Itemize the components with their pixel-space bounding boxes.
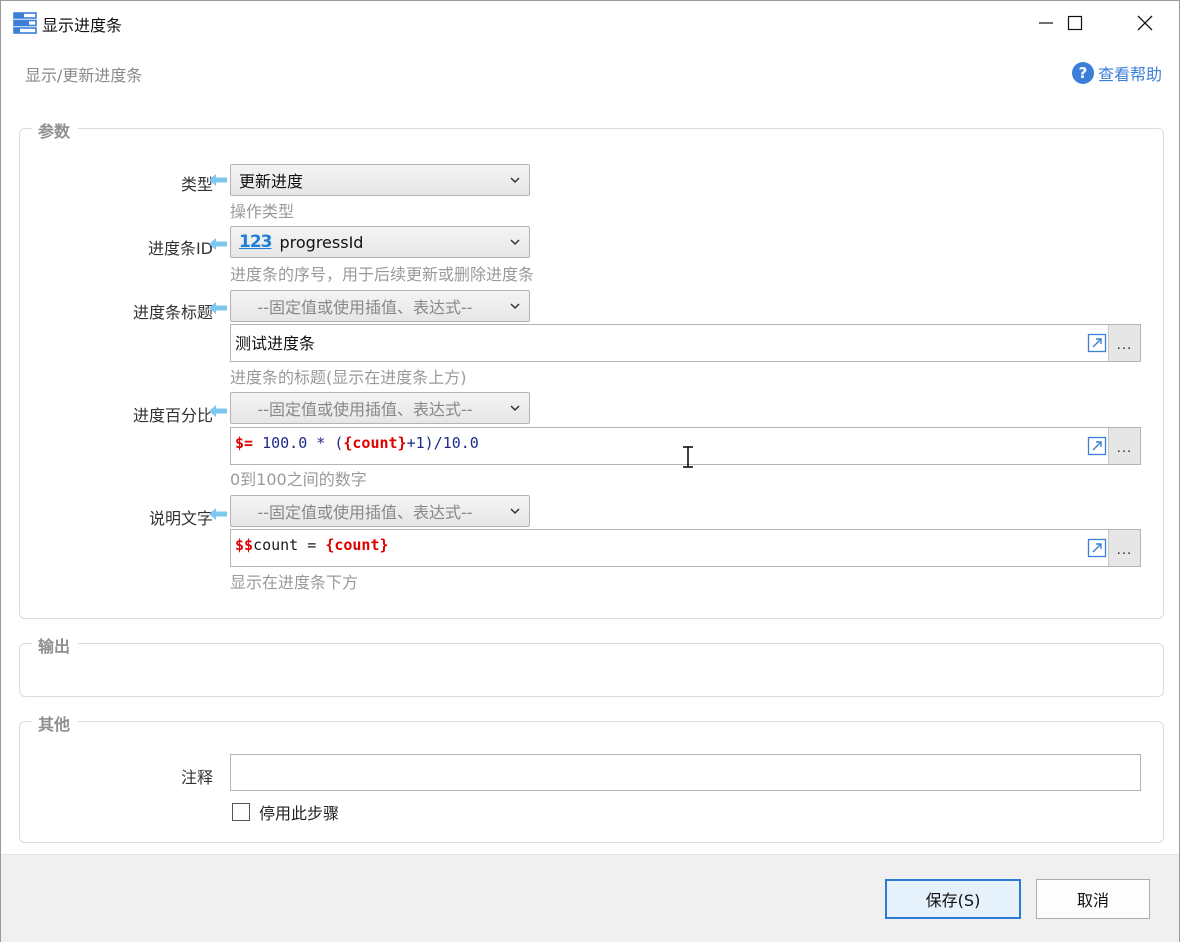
progress-title-label: 进度条标题: [132, 303, 213, 322]
bind-arrow-icon[interactable]: [208, 300, 228, 316]
output-group-label: 输出: [32, 633, 79, 657]
expand-icon[interactable]: [1087, 333, 1107, 353]
disable-step-checkbox-row[interactable]: 停用此步骤: [232, 800, 339, 824]
bind-arrow-icon[interactable]: [208, 172, 228, 188]
type-select-value: 更新进度: [239, 172, 304, 191]
progress-id-value: progressId: [279, 232, 364, 252]
progress-title-mode-value: --固定值或使用插值、表达式--: [257, 298, 473, 317]
other-group-label: 其他: [32, 711, 79, 735]
expression-prefix: $$: [235, 536, 254, 554]
chevron-down-icon: [510, 303, 520, 310]
chevron-down-icon: [510, 508, 520, 515]
more-options-button[interactable]: ...: [1108, 530, 1140, 566]
progress-percent-label: 进度百分比: [132, 406, 213, 425]
comment-input[interactable]: [230, 754, 1141, 791]
disable-step-label: 停用此步骤: [259, 804, 340, 823]
expression-variable: {count}: [325, 536, 389, 554]
text-cursor-icon: [683, 446, 693, 468]
description-input[interactable]: $$count = {count} ...: [230, 529, 1141, 567]
more-options-button[interactable]: ...: [1108, 428, 1140, 464]
more-options-button[interactable]: ...: [1108, 325, 1140, 361]
type-select[interactable]: 更新进度: [230, 164, 530, 196]
number-variable-icon: 123: [239, 232, 272, 252]
maximize-button[interactable]: [1047, 1, 1103, 45]
title-bar[interactable]: 显示进度条: [1, 1, 1179, 45]
expression-part: +1)/10.0: [406, 434, 479, 452]
progress-title-hint: 进度条的标题(显示在进度条上方): [230, 368, 467, 387]
chevron-down-icon: [510, 177, 520, 184]
type-hint: 操作类型: [230, 202, 295, 221]
bind-arrow-icon[interactable]: [208, 236, 228, 252]
dialog-footer: 保存(S) 取消: [1, 854, 1179, 942]
description-hint: 显示在进度条下方: [230, 573, 359, 592]
expression-part: count =: [253, 536, 326, 554]
window-title: 显示进度条: [42, 16, 123, 35]
maximize-icon: [1067, 15, 1083, 31]
help-icon: ?: [1071, 62, 1094, 84]
dialog-subtitle: 显示/更新进度条: [25, 66, 143, 85]
progress-title-text: 测试进度条: [235, 334, 316, 353]
description-expression: $$count = {count}: [235, 536, 389, 554]
bind-arrow-icon[interactable]: [208, 506, 228, 522]
progress-id-hint: 进度条的序号，用于后续更新或删除进度条: [230, 265, 535, 284]
progress-percent-expression: $= 100.0 * ({count}+1)/10.0: [235, 434, 479, 452]
cancel-button[interactable]: 取消: [1036, 879, 1150, 919]
expression-variable: {count}: [343, 434, 407, 452]
expression-part: 100.0 * (: [253, 434, 344, 452]
output-group: 输出: [19, 633, 1164, 697]
disable-step-checkbox[interactable]: [232, 803, 250, 821]
bind-arrow-icon[interactable]: [208, 403, 228, 419]
close-button[interactable]: [1117, 1, 1173, 45]
progress-percent-mode-select[interactable]: --固定值或使用插值、表达式--: [230, 392, 530, 424]
expression-prefix: $=: [235, 434, 254, 452]
progress-id-select[interactable]: 123 progressId: [230, 226, 530, 258]
help-link[interactable]: ? 查看帮助: [1071, 61, 1162, 85]
description-label: 说明文字: [148, 509, 213, 528]
chevron-down-icon: [510, 405, 520, 412]
close-icon: [1137, 15, 1153, 31]
help-label: 查看帮助: [1097, 65, 1162, 84]
chevron-down-icon: [510, 239, 520, 246]
app-icon: [13, 12, 37, 34]
save-button[interactable]: 保存(S): [885, 879, 1021, 919]
description-mode-value: --固定值或使用插值、表达式--: [257, 503, 473, 522]
progress-title-input[interactable]: 测试进度条 ...: [230, 324, 1141, 362]
progress-title-mode-select[interactable]: --固定值或使用插值、表达式--: [230, 290, 530, 322]
params-group-label: 参数: [32, 118, 79, 142]
progress-id-label: 进度条ID: [147, 239, 213, 258]
progress-percent-hint: 0到100之间的数字: [230, 470, 367, 489]
progress-percent-mode-value: --固定值或使用插值、表达式--: [257, 400, 473, 419]
description-mode-select[interactable]: --固定值或使用插值、表达式--: [230, 495, 530, 527]
comment-label: 注释: [180, 768, 213, 787]
expand-icon[interactable]: [1087, 436, 1107, 456]
expand-icon[interactable]: [1087, 538, 1107, 558]
dialog-window: 显示进度条 显示/更新进度条 ? 查看帮助 参数 类型 更新进度 操作类型 进度…: [0, 0, 1180, 942]
